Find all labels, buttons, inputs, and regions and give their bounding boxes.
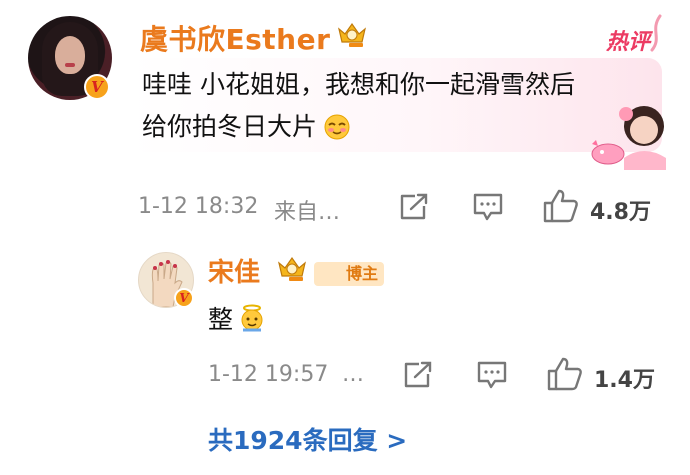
emoji-angel-icon [241,304,263,332]
share-icon-reply[interactable] [402,360,434,390]
comment-text-line1: 哇哇 小花姐姐，我想和你一起滑雪然后 [142,70,575,99]
comment-text-line2: 给你拍冬日大片 [142,112,318,141]
view-more-replies-link[interactable]: 共1924条回复 > [208,421,407,457]
comment-timestamp: 1-12 18:32 [138,194,259,219]
comment-icon-reply[interactable] [476,360,508,390]
comment-icon[interactable] [472,192,504,222]
verified-badge-icon-reply: V [174,288,194,308]
reply-body: 整 [208,300,265,336]
avatar-face [55,36,85,74]
reply-timestamp: 1-12 19:57 [208,362,329,387]
reply-like-count: 1.4万 [594,368,655,393]
comment-source[interactable]: 来自… [274,194,340,226]
reply-text: 整 [208,305,234,334]
crown-badge-icon-reply [278,256,306,281]
comment-username[interactable]: 虞书欣Esther [140,18,330,58]
decorative-girl-sticker-icon [591,106,666,170]
emoji-cool-icon [324,114,350,140]
hot-comment-tag: 热评 [606,30,651,55]
verified-badge-icon: V [84,74,110,100]
reply-username[interactable]: 宋佳 [208,252,260,289]
like-icon[interactable] [542,188,580,224]
like-icon-reply[interactable] [546,356,584,392]
avatar-lips [65,63,75,67]
hot-tag-flame-icon [650,14,662,52]
comment-body: 哇哇 小花姐姐，我想和你一起滑雪然后 给你拍冬日大片 [142,64,642,148]
share-icon[interactable] [398,192,430,222]
reply-source[interactable]: … [342,362,364,387]
like-count: 4.8万 [590,200,651,225]
crown-badge-icon [338,22,366,47]
blogger-badge: 博主 [314,262,385,286]
